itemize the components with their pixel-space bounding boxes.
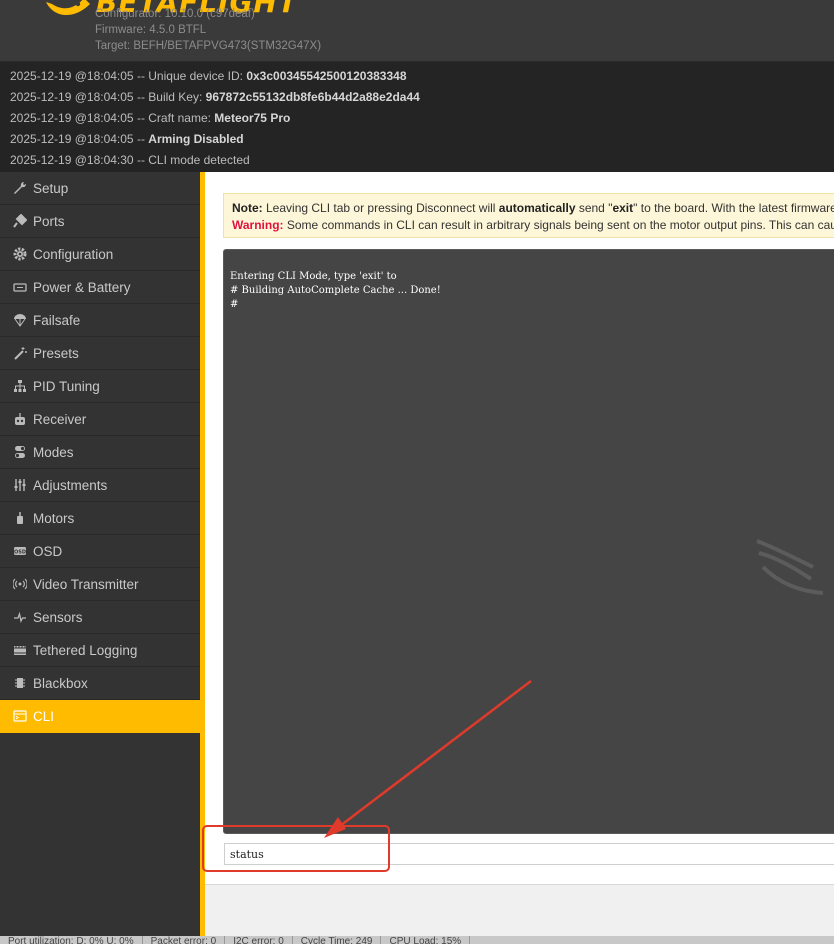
betaflight-watermark-icon	[756, 539, 824, 595]
receiver-icon	[12, 411, 28, 427]
cli-tab-content: Note: Leaving CLI tab or pressing Discon…	[205, 172, 834, 936]
status-bar: Port utilization: D: 0% U: 0% Packet erro…	[0, 936, 834, 944]
warning-line: Warning: Some commands in CLI can result…	[232, 218, 834, 232]
magic-wand-icon	[12, 345, 28, 361]
wrench-icon	[12, 180, 28, 196]
sidebar-item-label: CLI	[33, 708, 55, 724]
betaflight-logo-icon	[46, 0, 90, 15]
sidebar-item-osd[interactable]: OSD OSD	[0, 535, 200, 568]
battery-icon	[12, 279, 28, 295]
osd-icon: OSD	[12, 543, 28, 559]
sidebar-item-setup[interactable]: Setup	[0, 172, 200, 205]
sidebar-item-label: Video Transmitter	[33, 576, 139, 592]
cli-note-box: Note: Leaving CLI tab or pressing Discon…	[223, 193, 834, 238]
status-i2c-error: I2C error: 0	[225, 936, 293, 944]
sidebar-item-label: OSD	[33, 543, 63, 559]
annotation-highlight-box	[202, 825, 390, 872]
sidebar-item-modes[interactable]: Modes	[0, 436, 200, 469]
sidebar-item-blackbox[interactable]: Blackbox	[0, 667, 200, 700]
log-line: 2025-12-19 @18:04:30 -- CLI mode detecte…	[10, 153, 250, 167]
sidebar-item-sensors[interactable]: Sensors	[0, 601, 200, 634]
sidebar-item-tethered-logging[interactable]: Tethered Logging	[0, 634, 200, 667]
sidebar-item-label: Tethered Logging	[33, 642, 138, 658]
header: BETAFLIGHT Configurator: 10.10.0 (c97dea…	[0, 0, 834, 62]
sidebar: Setup Ports Configuration Power & Batter…	[0, 172, 200, 936]
sidebar-item-label: Modes	[33, 444, 74, 460]
sidebar-item-pid-tuning[interactable]: PID Tuning	[0, 370, 200, 403]
cli-footer	[205, 884, 834, 936]
sidebar-item-label: Failsafe	[33, 312, 81, 328]
sidebar-item-motors[interactable]: Motors	[0, 502, 200, 535]
status-port-utilization: Port utilization: D: 0% U: 0%	[0, 936, 143, 944]
sidebar-item-adjustments[interactable]: Adjustments	[0, 469, 200, 502]
sidebar-item-configuration[interactable]: Configuration	[0, 238, 200, 271]
sitemap-icon	[12, 378, 28, 394]
sidebar-item-label: Configuration	[33, 246, 114, 262]
configurator-version: Configurator: 10.10.0 (c97deaf)	[95, 8, 255, 20]
film-icon	[12, 642, 28, 658]
sidebar-item-label: Sensors	[33, 609, 83, 625]
log-panel[interactable]: 2025-12-19 @18:04:05 -- Unique device ID…	[0, 62, 834, 172]
log-line: 2025-12-19 @18:04:05 -- Craft name: Mete…	[10, 111, 291, 125]
chip-icon	[12, 675, 28, 691]
status-cycle-time: Cycle Time: 249	[293, 936, 382, 944]
log-line: 2025-12-19 @18:04:05 -- Build Key: 96787…	[10, 90, 420, 104]
sidebar-item-ports[interactable]: Ports	[0, 205, 200, 238]
sidebar-item-label: Motors	[33, 510, 75, 526]
broadcast-icon	[12, 576, 28, 592]
sidebar-item-label: Presets	[33, 345, 79, 361]
motor-icon	[12, 510, 28, 526]
status-cpu-load: CPU Load: 15%	[381, 936, 471, 944]
log-line: 2025-12-19 @18:04:05 -- Arming Disabled	[10, 132, 244, 146]
parachute-icon	[12, 312, 28, 328]
terminal-icon	[12, 708, 28, 724]
sidebar-item-cli[interactable]: CLI	[0, 700, 200, 733]
sidebar-item-label: Adjustments	[33, 477, 108, 493]
sidebar-item-label: Blackbox	[33, 675, 88, 691]
sidebar-item-label: Ports	[33, 213, 65, 229]
status-packet-error: Packet error: 0	[143, 936, 226, 944]
toggle-icon	[12, 444, 28, 460]
sidebar-item-label: Receiver	[33, 411, 87, 427]
note-line: Note: Leaving CLI tab or pressing Discon…	[232, 201, 834, 215]
sidebar-item-receiver[interactable]: Receiver	[0, 403, 200, 436]
sidebar-item-presets[interactable]: Presets	[0, 337, 200, 370]
cli-console-output[interactable]: Entering CLI Mode, type 'exit' to # Buil…	[223, 249, 834, 834]
gear-icon	[12, 246, 28, 262]
sidebar-item-video-transmitter[interactable]: Video Transmitter	[0, 568, 200, 601]
svg-text:OSD: OSD	[14, 549, 26, 555]
sidebar-item-label: PID Tuning	[33, 378, 100, 394]
pulse-icon	[12, 609, 28, 625]
plug-icon	[12, 213, 28, 229]
sidebar-item-failsafe[interactable]: Failsafe	[0, 304, 200, 337]
sidebar-item-power-battery[interactable]: Power & Battery	[0, 271, 200, 304]
log-line: 2025-12-19 @18:04:05 -- Unique device ID…	[10, 69, 407, 83]
sidebar-item-label: Power & Battery	[33, 279, 131, 295]
firmware-version: Firmware: 4.5.0 BTFL	[95, 24, 207, 36]
sidebar-item-label: Setup	[33, 180, 69, 196]
sliders-icon	[12, 477, 28, 493]
target-board: Target: BEFH/BETAFPVG473(STM32G47X)	[95, 40, 322, 52]
